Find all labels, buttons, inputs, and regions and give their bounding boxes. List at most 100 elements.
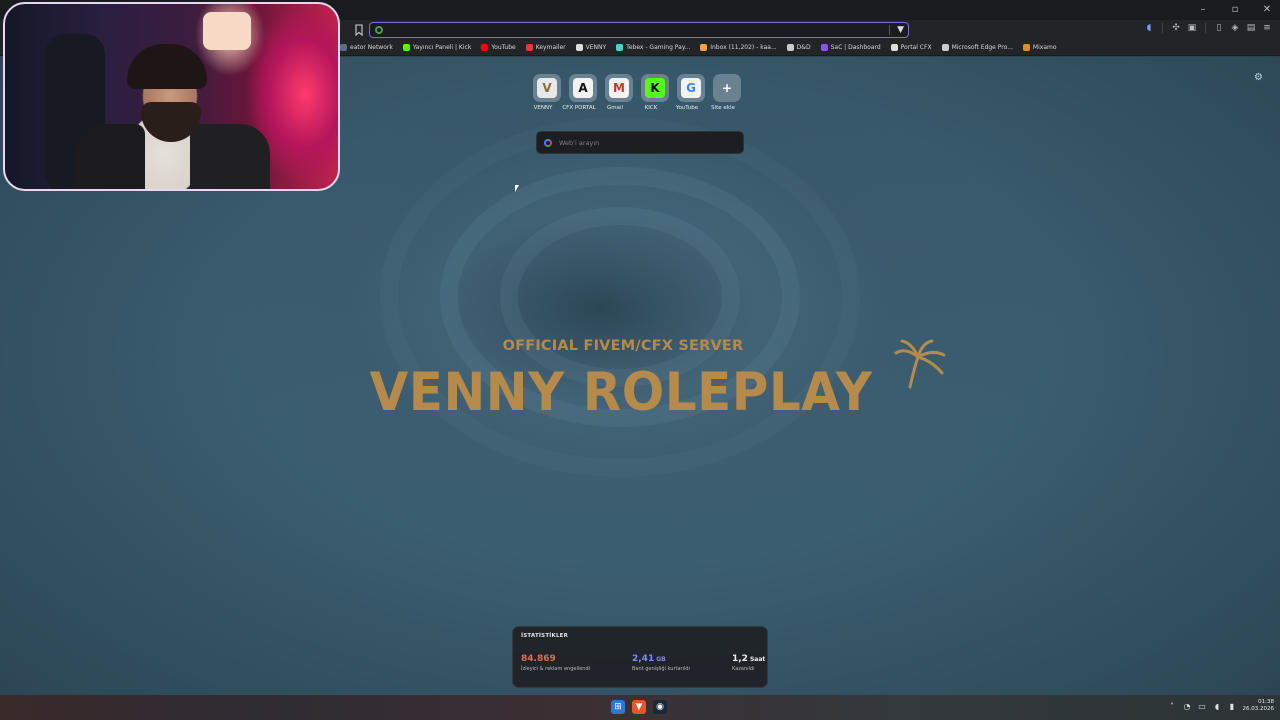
bookmark-icon[interactable]: [353, 22, 365, 38]
bookmark-label: Portal CFX: [900, 44, 932, 51]
bookmark-label: Yayıncı Paneli | Kick: [412, 44, 472, 51]
wallet-icon[interactable]: ▤: [1246, 23, 1256, 33]
kick-icon: [402, 44, 410, 51]
maximize-icon[interactable]: ▫: [1228, 3, 1242, 17]
shortcut-label: Site ekle: [711, 105, 735, 111]
toolbar-divider: [1162, 23, 1163, 33]
cfx-icon: [890, 44, 898, 51]
gear-icon[interactable]: ⚙: [1254, 73, 1264, 83]
bookmark-label: SaC | Dashboard: [830, 44, 881, 51]
stat-value: 2,41 GB: [632, 654, 690, 664]
bookmark-label: Mixamo: [1032, 44, 1057, 51]
window-controls: – ▫ ✕: [1196, 3, 1274, 17]
brave-browser-icon[interactable]: ▼: [632, 700, 646, 714]
address-bar[interactable]: ▼: [369, 22, 909, 38]
brand-subtitle: OFFICIAL FIVEM/CFX SERVER: [502, 338, 744, 354]
search-box[interactable]: [536, 131, 744, 154]
streamer-jacket: [190, 124, 270, 189]
battery-icon[interactable]: ▮: [1228, 702, 1237, 711]
shortcut-icon: V: [537, 78, 557, 98]
mail-icon: [700, 44, 708, 51]
bookmark-item[interactable]: YouTube: [481, 44, 516, 51]
shortcut-icon-frame: G: [677, 74, 705, 102]
google-icon: [544, 139, 552, 147]
shortcut-icon: +: [721, 81, 733, 95]
close-icon[interactable]: ✕: [1260, 3, 1274, 17]
clock-time: 01:38: [1258, 699, 1274, 705]
bookmark-item[interactable]: Mixamo: [1022, 44, 1057, 51]
bookmark-label: VENNY: [585, 44, 607, 51]
menu-icon[interactable]: ≡: [1262, 23, 1272, 33]
streamer-jacket: [75, 124, 145, 189]
toolbar-actions: ◖ ✣ ▣ ▯ ◈ ▤ ≡: [1144, 23, 1272, 33]
shortcut-tiles: V VENNY A CFX PORTAL M Gmail K KICK G YouTube + Sit…: [533, 74, 741, 111]
bookmark-label: Microsoft Edge Pro...: [951, 44, 1013, 51]
stat-label: Bant genişliği kurtarıldı: [632, 666, 690, 672]
address-divider: [889, 25, 890, 35]
stat-label: İzleyici & reklam engellendi: [521, 666, 591, 672]
extensions-icon[interactable]: ✣: [1171, 23, 1181, 33]
mixamo-icon: [1022, 44, 1030, 51]
brave-shield-icon[interactable]: ▼: [897, 25, 904, 35]
shortcut-icon: G: [681, 78, 701, 98]
stat-bandwidth: 2,41 GB Bant genişliği kurtarıldı: [632, 654, 690, 672]
bookmark-item[interactable]: Portal CFX: [890, 44, 932, 51]
stat-time: 1,2 Saat Kazanıldı: [732, 654, 765, 672]
shortcut-tile[interactable]: + Site ekle: [711, 74, 741, 111]
clock[interactable]: 01:38 26.03.2026: [1243, 699, 1275, 713]
stat-value: 84.869: [521, 654, 590, 664]
network-icon[interactable]: ◔: [1183, 702, 1192, 711]
shortcut-icon: K: [645, 78, 665, 98]
lamp: [203, 12, 251, 50]
youtube-icon: [481, 44, 489, 51]
globe-icon: [340, 44, 347, 51]
windows-start-icon[interactable]: ⊞: [611, 700, 625, 714]
venny-icon: [575, 44, 583, 51]
minimize-icon[interactable]: –: [1196, 3, 1210, 17]
keymailer-icon: [525, 44, 533, 51]
bookmark-item[interactable]: D&D: [786, 44, 811, 51]
bookmark-label: Tebex - Gaming Pay...: [626, 44, 691, 51]
stat-blocked: 84.869 İzleyici & reklam engellendi: [521, 654, 590, 672]
steam-icon[interactable]: ◉: [653, 700, 667, 714]
screen: – ▫ ✕ ▼ ◖ ✣ ▣ ▯ ◈ ▤ ≡ eator Network Yayın…: [0, 0, 1280, 720]
stats-widget: İSTATİSTİKLER 84.869 İzleyici & reklam e…: [512, 626, 768, 688]
bookmark-item[interactable]: Inbox (11,202) - kaa...: [700, 44, 777, 51]
sidebar-icon[interactable]: ▯: [1214, 23, 1224, 33]
bookmark-item[interactable]: SaC | Dashboard: [820, 44, 881, 51]
shortcut-icon-frame: +: [713, 74, 741, 102]
folder-icon: [786, 44, 794, 51]
shortcut-icon: M: [609, 78, 629, 98]
webcam-overlay: [3, 2, 340, 191]
mouse-cursor-icon: [515, 185, 519, 192]
bookmark-item[interactable]: Tebex - Gaming Pay...: [616, 44, 690, 51]
stats-title: İSTATİSTİKLER: [521, 633, 569, 639]
bookmark-item[interactable]: Yayıncı Paneli | Kick: [402, 44, 472, 51]
bookmark-label: D&D: [796, 44, 811, 51]
tebex-icon: [616, 44, 624, 51]
shortcut-icon-frame: K: [641, 74, 669, 102]
display-icon[interactable]: ▭: [1198, 702, 1207, 711]
bookmark-label: Inbox (11,202) - kaa...: [710, 44, 777, 51]
bookmark-item[interactable]: Keymailer: [525, 44, 566, 51]
bookmark-item[interactable]: Microsoft Edge Pro...: [941, 44, 1013, 51]
bookmark-label: eator Network: [350, 44, 393, 51]
clock-date: 26.03.2026: [1242, 706, 1275, 712]
stat-number: 84.869: [521, 654, 556, 664]
bookmark-label: YouTube: [491, 44, 516, 51]
chevron-up-icon[interactable]: ˄: [1168, 702, 1177, 711]
screenshot-icon[interactable]: ▣: [1187, 23, 1197, 33]
search-input[interactable]: [559, 138, 739, 148]
system-tray: ˄ ◔ ▭ ◖ ▮ 01:38 26.03.2026: [1168, 699, 1275, 713]
volume-icon[interactable]: ◖: [1213, 702, 1222, 711]
stat-number: 2,41: [632, 654, 655, 664]
stat-value: 1,2 Saat: [732, 654, 765, 664]
toolbar-divider: [1205, 23, 1206, 33]
audio-icon[interactable]: ◖: [1144, 23, 1154, 33]
vpn-icon[interactable]: ◈: [1230, 23, 1240, 33]
taskbar-apps: ⊞ ▼ ◉: [611, 700, 667, 714]
shortcut-icon-frame: M: [605, 74, 633, 102]
folder-icon: [941, 44, 949, 51]
bookmark-item[interactable]: VENNY: [575, 44, 607, 51]
bookmark-item[interactable]: eator Network: [340, 44, 393, 51]
